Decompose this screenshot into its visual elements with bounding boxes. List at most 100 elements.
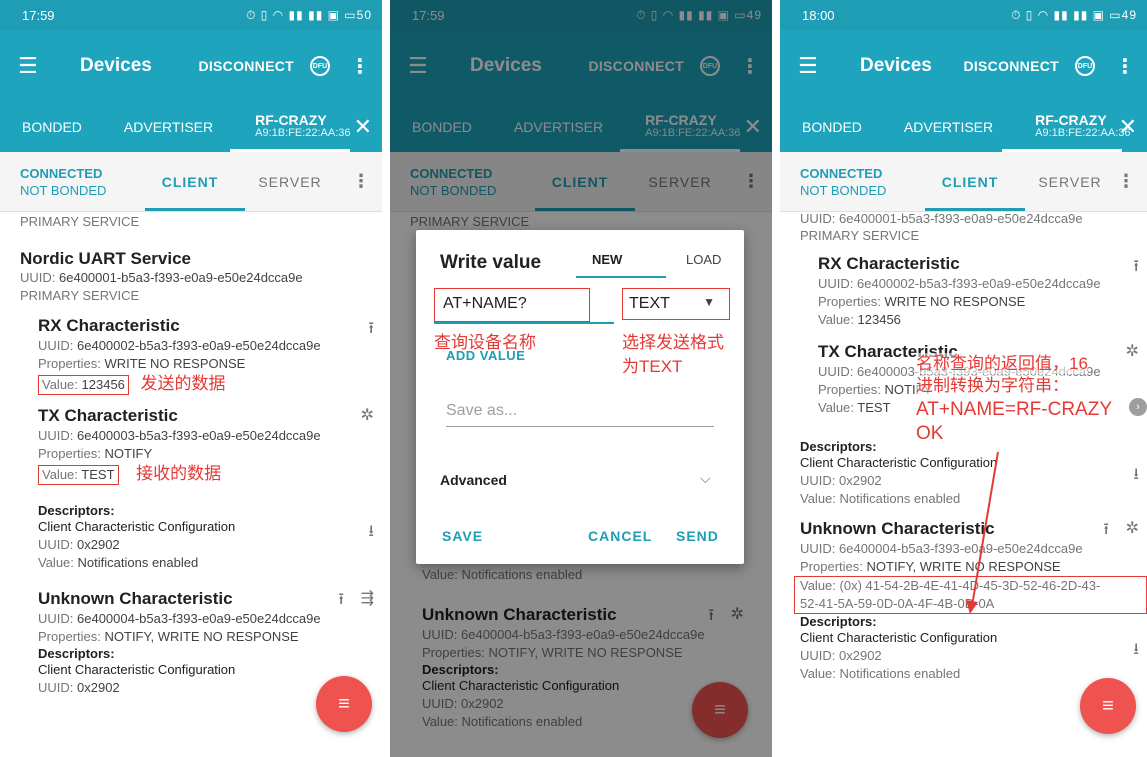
- upload-icon[interactable]: ⭱: [368, 317, 374, 344]
- tx-characteristic[interactable]: ✲ TX Characteristic UUID: 6e400003-b5a3-…: [20, 405, 382, 572]
- properties-label: Properties:: [800, 559, 863, 574]
- descriptor-group-2[interactable]: ⭳ Descriptors: Client Characteristic Con…: [800, 614, 1147, 683]
- tab-load[interactable]: LOAD: [686, 252, 721, 267]
- descriptors-title: Descriptors:: [800, 439, 877, 454]
- download-icon[interactable]: ⭳: [368, 520, 374, 547]
- descriptors-title: Descriptors:: [38, 646, 115, 661]
- upload-icon[interactable]: ⭱: [338, 588, 344, 615]
- rx-characteristic[interactable]: ⭱ RX Characteristic UUID: 6e400002-b5a3-…: [800, 253, 1147, 329]
- client-underline: [925, 208, 1025, 211]
- more-vert-icon[interactable]: ⋮: [1117, 171, 1135, 192]
- fab-log-button[interactable]: ≡: [316, 676, 372, 732]
- fab-log-button[interactable]: ≡: [1080, 678, 1136, 734]
- tab-bonded[interactable]: BONDED: [802, 119, 862, 135]
- descriptor-group-1[interactable]: ⭳ Descriptors: Client Characteristic Con…: [800, 439, 1147, 508]
- save-as-underline: [446, 426, 714, 427]
- value-text: 123456: [857, 312, 901, 327]
- status-icons: ⏱ ▯ ◠ ▮▮ ▮▮ ▣ ▭50: [246, 7, 372, 22]
- annotation-received: 接收的数据: [136, 464, 222, 483]
- primary-service-label: PRIMARY SERVICE: [800, 228, 920, 243]
- tab-device[interactable]: RF-CRAZY A9:1B:FE:22:AA:36: [1035, 113, 1130, 140]
- tab-advertiser[interactable]: ADVERTISER: [904, 119, 993, 135]
- connection-tabs: CONNECTED NOT BONDED CLIENT SERVER ⋮: [780, 152, 1147, 212]
- save-button[interactable]: SAVE: [442, 528, 483, 544]
- tab-server[interactable]: SERVER: [240, 174, 340, 190]
- notify-disabled-icon[interactable]: ✲: [361, 405, 374, 425]
- value-label: Value:: [38, 555, 74, 570]
- characteristic-uuid: UUID: 6e400002-b5a3-f393-e0a9-e50e24dcca…: [38, 337, 382, 355]
- send-button[interactable]: SEND: [676, 528, 719, 544]
- menu-icon[interactable]: ☰: [18, 53, 58, 79]
- status-bar: 17:59 ⏱ ▯ ◠ ▮▮ ▮▮ ▣ ▭50: [0, 0, 382, 30]
- status-time: 17:59: [22, 7, 55, 23]
- upload-icon[interactable]: ⭱: [1133, 255, 1139, 282]
- disconnect-button[interactable]: DISCONNECT: [198, 58, 294, 74]
- write-value-dialog: Write value NEW LOAD AT+NAME? TEXT ▼ 查询设备…: [416, 230, 744, 564]
- download-icon[interactable]: ⭳: [1133, 463, 1139, 490]
- descriptor-uuid: UUID: 0x2902: [38, 536, 382, 554]
- tab-device[interactable]: RF-CRAZY A9:1B:FE:22:AA:36: [255, 113, 350, 140]
- format-select[interactable]: TEXT ▼: [622, 288, 730, 320]
- tab-new[interactable]: NEW: [592, 252, 622, 267]
- indicate-icon[interactable]: ⇶: [361, 588, 374, 608]
- dfu-icon[interactable]: DFU: [310, 56, 330, 76]
- overflow-menu-icon[interactable]: ⋮: [350, 54, 370, 79]
- phone-screenshot-2: 17:59 ⏱ ▯ ◠ ▮▮ ▮▮ ▣ ▭49 ☰ Devices DISCON…: [390, 0, 772, 757]
- characteristic-name: RX Characteristic: [818, 254, 960, 273]
- tab-server[interactable]: SERVER: [1020, 174, 1120, 190]
- download-icon[interactable]: ⭳: [1133, 638, 1139, 665]
- characteristic-value: Value: 123456 发送的数据: [38, 375, 382, 395]
- service-name[interactable]: Nordic UART Service: [20, 249, 382, 269]
- menu-icon[interactable]: ☰: [798, 53, 838, 79]
- tab-client[interactable]: CLIENT: [140, 174, 240, 190]
- tab-client[interactable]: CLIENT: [920, 174, 1020, 190]
- connection-state: CONNECTED NOT BONDED: [800, 165, 920, 199]
- dialog-title: Write value: [440, 252, 542, 273]
- close-icon[interactable]: ✕: [1119, 114, 1137, 140]
- annotation-hex-1: 名称查询的返回值，16: [916, 353, 1088, 374]
- characteristic-name: Unknown Characteristic: [38, 589, 233, 608]
- scroll-handle[interactable]: ›: [1129, 398, 1147, 416]
- characteristic-properties: Properties: NOTIFY, WRITE NO RESPONSE: [800, 558, 1147, 576]
- overflow-menu-icon[interactable]: ⋮: [1115, 54, 1135, 79]
- characteristic-uuid: UUID: 6e400003-b5a3-f393-e0a9-e50e24dcca…: [38, 427, 382, 445]
- app-bar: ☰ Devices DISCONNECT DFU ⋮: [780, 30, 1147, 102]
- descriptor-item[interactable]: ⭳ Client Characteristic Configuration UU…: [38, 518, 382, 572]
- properties-label: Properties:: [818, 382, 881, 397]
- cancel-button[interactable]: CANCEL: [588, 528, 652, 544]
- characteristic-properties: Properties: WRITE NO RESPONSE: [38, 355, 382, 373]
- characteristic-name: Unknown Characteristic: [800, 519, 995, 538]
- notify-disabled-icon[interactable]: ✲: [1126, 341, 1139, 361]
- save-as-input[interactable]: Save as...: [446, 402, 517, 420]
- annotation-sent: 发送的数据: [140, 374, 226, 393]
- battery-level: 50: [356, 7, 372, 22]
- value-input[interactable]: AT+NAME?: [434, 288, 590, 322]
- close-icon[interactable]: ✕: [354, 114, 372, 140]
- descriptor-name: Client Characteristic Configuration: [800, 455, 998, 470]
- service-uuid: UUID: 6e400001-b5a3-f393-e0a9-e50e24dcca…: [20, 269, 382, 287]
- descriptor-name: Client Characteristic Configuration: [800, 630, 998, 645]
- unknown-characteristic[interactable]: ⭱ ✲ Unknown Characteristic UUID: 6e40000…: [794, 518, 1147, 614]
- descriptor-value: Value: Notifications enabled: [38, 554, 382, 572]
- value-text: TEST: [857, 400, 891, 415]
- uuid-label: UUID:: [20, 270, 56, 285]
- red-highlight-box: Value: TEST: [38, 465, 119, 485]
- bond-state-label: NOT BONDED: [800, 182, 887, 198]
- hex-value-line-2: 52-41-5A-59-0D-0A-4F-4B-0D-0A: [800, 596, 995, 611]
- add-value-button[interactable]: ADD VALUE: [446, 348, 525, 363]
- properties-value: NOTIFY: [104, 446, 153, 461]
- descriptor-name: Client Characteristic Configuration: [38, 662, 236, 677]
- tab-advertiser[interactable]: ADVERTISER: [124, 119, 213, 135]
- disconnect-button[interactable]: DISCONNECT: [963, 58, 1059, 74]
- phone-screenshot-3: 18:00 ⏱ ▯ ◠ ▮▮ ▮▮ ▣ ▭49 ☰ Devices DISCON…: [780, 0, 1147, 757]
- advanced-toggle[interactable]: Advanced: [440, 472, 507, 488]
- upload-icon[interactable]: ⭱: [1103, 518, 1109, 545]
- rx-characteristic[interactable]: ⭱ RX Characteristic UUID: 6e400002-b5a3-…: [20, 315, 382, 395]
- characteristic-properties: Properties: WRITE NO RESPONSE: [818, 293, 1147, 311]
- tab-bonded[interactable]: BONDED: [22, 119, 82, 135]
- more-vert-icon[interactable]: ⋮: [352, 171, 370, 192]
- notify-disabled-icon[interactable]: ✲: [1126, 518, 1139, 538]
- uuid-value: 6e400003-b5a3-f393-e0a9-e50e24dcca9e: [77, 428, 321, 443]
- chevron-down-icon[interactable]: ⌵: [700, 470, 711, 487]
- dfu-icon[interactable]: DFU: [1075, 56, 1095, 76]
